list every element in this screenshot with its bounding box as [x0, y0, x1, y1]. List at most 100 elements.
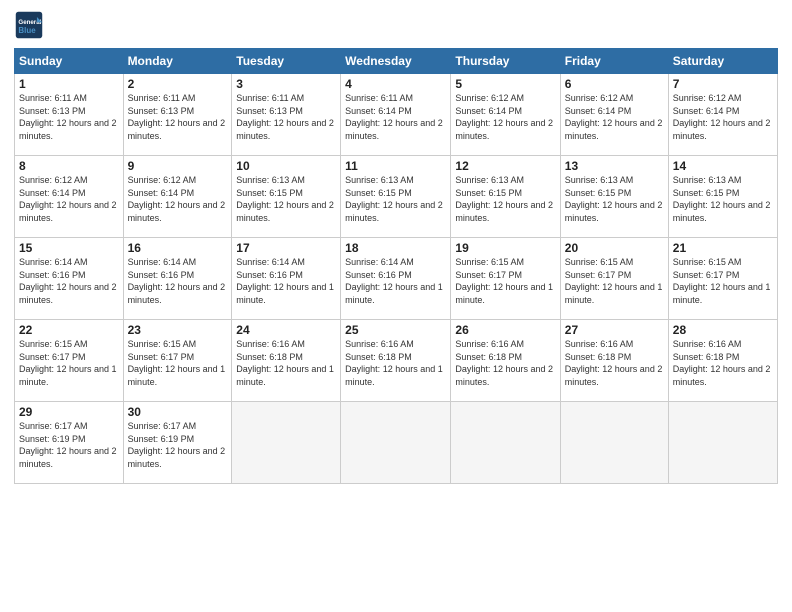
day-number: 3 [236, 77, 336, 91]
day-number: 17 [236, 241, 336, 255]
col-sunday: Sunday [15, 49, 124, 74]
table-row: 25 Sunrise: 6:16 AMSunset: 6:18 PMDaylig… [341, 320, 451, 402]
day-number: 20 [565, 241, 664, 255]
cell-info: Sunrise: 6:11 AMSunset: 6:13 PMDaylight:… [128, 93, 226, 141]
col-monday: Monday [123, 49, 232, 74]
cell-info: Sunrise: 6:12 AMSunset: 6:14 PMDaylight:… [455, 93, 553, 141]
day-number: 12 [455, 159, 555, 173]
cell-info: Sunrise: 6:16 AMSunset: 6:18 PMDaylight:… [345, 339, 443, 387]
table-row: 24 Sunrise: 6:16 AMSunset: 6:18 PMDaylig… [232, 320, 341, 402]
table-row: 15 Sunrise: 6:14 AMSunset: 6:16 PMDaylig… [15, 238, 124, 320]
cell-info: Sunrise: 6:12 AMSunset: 6:14 PMDaylight:… [128, 175, 226, 223]
day-number: 8 [19, 159, 119, 173]
day-number: 29 [19, 405, 119, 419]
table-row: 13 Sunrise: 6:13 AMSunset: 6:15 PMDaylig… [560, 156, 668, 238]
day-number: 28 [673, 323, 773, 337]
day-number: 22 [19, 323, 119, 337]
table-row: 3 Sunrise: 6:11 AMSunset: 6:13 PMDayligh… [232, 74, 341, 156]
day-number: 6 [565, 77, 664, 91]
table-row: 28 Sunrise: 6:16 AMSunset: 6:18 PMDaylig… [668, 320, 777, 402]
table-row: 5 Sunrise: 6:12 AMSunset: 6:14 PMDayligh… [451, 74, 560, 156]
empty-cell [232, 402, 341, 484]
day-number: 25 [345, 323, 446, 337]
empty-cell [451, 402, 560, 484]
calendar-week-row: 1 Sunrise: 6:11 AMSunset: 6:13 PMDayligh… [15, 74, 778, 156]
cell-info: Sunrise: 6:14 AMSunset: 6:16 PMDaylight:… [236, 257, 334, 305]
empty-cell [341, 402, 451, 484]
cell-info: Sunrise: 6:12 AMSunset: 6:14 PMDaylight:… [565, 93, 663, 141]
table-row: 6 Sunrise: 6:12 AMSunset: 6:14 PMDayligh… [560, 74, 668, 156]
day-number: 16 [128, 241, 228, 255]
day-number: 2 [128, 77, 228, 91]
cell-info: Sunrise: 6:13 AMSunset: 6:15 PMDaylight:… [565, 175, 663, 223]
table-row: 29 Sunrise: 6:17 AMSunset: 6:19 PMDaylig… [15, 402, 124, 484]
table-row: 14 Sunrise: 6:13 AMSunset: 6:15 PMDaylig… [668, 156, 777, 238]
col-saturday: Saturday [668, 49, 777, 74]
day-number: 4 [345, 77, 446, 91]
day-number: 1 [19, 77, 119, 91]
cell-info: Sunrise: 6:17 AMSunset: 6:19 PMDaylight:… [19, 421, 117, 469]
cell-info: Sunrise: 6:13 AMSunset: 6:15 PMDaylight:… [345, 175, 443, 223]
svg-text:Blue: Blue [18, 26, 36, 35]
calendar-week-row: 15 Sunrise: 6:14 AMSunset: 6:16 PMDaylig… [15, 238, 778, 320]
cell-info: Sunrise: 6:13 AMSunset: 6:15 PMDaylight:… [236, 175, 334, 223]
cell-info: Sunrise: 6:11 AMSunset: 6:14 PMDaylight:… [345, 93, 443, 141]
table-row: 2 Sunrise: 6:11 AMSunset: 6:13 PMDayligh… [123, 74, 232, 156]
day-number: 19 [455, 241, 555, 255]
header: General Blue [14, 10, 778, 40]
table-row: 27 Sunrise: 6:16 AMSunset: 6:18 PMDaylig… [560, 320, 668, 402]
cell-info: Sunrise: 6:15 AMSunset: 6:17 PMDaylight:… [673, 257, 771, 305]
day-number: 24 [236, 323, 336, 337]
col-wednesday: Wednesday [341, 49, 451, 74]
table-row: 18 Sunrise: 6:14 AMSunset: 6:16 PMDaylig… [341, 238, 451, 320]
day-number: 7 [673, 77, 773, 91]
cell-info: Sunrise: 6:14 AMSunset: 6:16 PMDaylight:… [128, 257, 226, 305]
cell-info: Sunrise: 6:15 AMSunset: 6:17 PMDaylight:… [565, 257, 663, 305]
cell-info: Sunrise: 6:14 AMSunset: 6:16 PMDaylight:… [345, 257, 443, 305]
cell-info: Sunrise: 6:13 AMSunset: 6:15 PMDaylight:… [673, 175, 771, 223]
table-row: 7 Sunrise: 6:12 AMSunset: 6:14 PMDayligh… [668, 74, 777, 156]
day-number: 14 [673, 159, 773, 173]
cell-info: Sunrise: 6:15 AMSunset: 6:17 PMDaylight:… [128, 339, 226, 387]
table-row: 19 Sunrise: 6:15 AMSunset: 6:17 PMDaylig… [451, 238, 560, 320]
table-row: 23 Sunrise: 6:15 AMSunset: 6:17 PMDaylig… [123, 320, 232, 402]
empty-cell [668, 402, 777, 484]
cell-info: Sunrise: 6:15 AMSunset: 6:17 PMDaylight:… [455, 257, 553, 305]
table-row: 10 Sunrise: 6:13 AMSunset: 6:15 PMDaylig… [232, 156, 341, 238]
day-number: 5 [455, 77, 555, 91]
table-row: 17 Sunrise: 6:14 AMSunset: 6:16 PMDaylig… [232, 238, 341, 320]
col-thursday: Thursday [451, 49, 560, 74]
col-tuesday: Tuesday [232, 49, 341, 74]
empty-cell [560, 402, 668, 484]
cell-info: Sunrise: 6:16 AMSunset: 6:18 PMDaylight:… [236, 339, 334, 387]
cell-info: Sunrise: 6:16 AMSunset: 6:18 PMDaylight:… [673, 339, 771, 387]
cell-info: Sunrise: 6:12 AMSunset: 6:14 PMDaylight:… [673, 93, 771, 141]
calendar-table: Sunday Monday Tuesday Wednesday Thursday… [14, 48, 778, 484]
day-number: 9 [128, 159, 228, 173]
table-row: 9 Sunrise: 6:12 AMSunset: 6:14 PMDayligh… [123, 156, 232, 238]
table-row: 22 Sunrise: 6:15 AMSunset: 6:17 PMDaylig… [15, 320, 124, 402]
table-row: 20 Sunrise: 6:15 AMSunset: 6:17 PMDaylig… [560, 238, 668, 320]
table-row: 26 Sunrise: 6:16 AMSunset: 6:18 PMDaylig… [451, 320, 560, 402]
day-number: 30 [128, 405, 228, 419]
day-number: 23 [128, 323, 228, 337]
table-row: 12 Sunrise: 6:13 AMSunset: 6:15 PMDaylig… [451, 156, 560, 238]
table-row: 16 Sunrise: 6:14 AMSunset: 6:16 PMDaylig… [123, 238, 232, 320]
col-friday: Friday [560, 49, 668, 74]
logo: General Blue [14, 10, 44, 40]
day-number: 18 [345, 241, 446, 255]
cell-info: Sunrise: 6:15 AMSunset: 6:17 PMDaylight:… [19, 339, 117, 387]
cell-info: Sunrise: 6:17 AMSunset: 6:19 PMDaylight:… [128, 421, 226, 469]
calendar-week-row: 22 Sunrise: 6:15 AMSunset: 6:17 PMDaylig… [15, 320, 778, 402]
page: General Blue Sunday Monday Tuesday Wedne… [0, 0, 792, 612]
logo-icon: General Blue [14, 10, 44, 40]
cell-info: Sunrise: 6:14 AMSunset: 6:16 PMDaylight:… [19, 257, 117, 305]
calendar-week-row: 8 Sunrise: 6:12 AMSunset: 6:14 PMDayligh… [15, 156, 778, 238]
day-number: 27 [565, 323, 664, 337]
cell-info: Sunrise: 6:11 AMSunset: 6:13 PMDaylight:… [236, 93, 334, 141]
table-row: 30 Sunrise: 6:17 AMSunset: 6:19 PMDaylig… [123, 402, 232, 484]
cell-info: Sunrise: 6:13 AMSunset: 6:15 PMDaylight:… [455, 175, 553, 223]
table-row: 4 Sunrise: 6:11 AMSunset: 6:14 PMDayligh… [341, 74, 451, 156]
cell-info: Sunrise: 6:16 AMSunset: 6:18 PMDaylight:… [565, 339, 663, 387]
calendar-week-row: 29 Sunrise: 6:17 AMSunset: 6:19 PMDaylig… [15, 402, 778, 484]
